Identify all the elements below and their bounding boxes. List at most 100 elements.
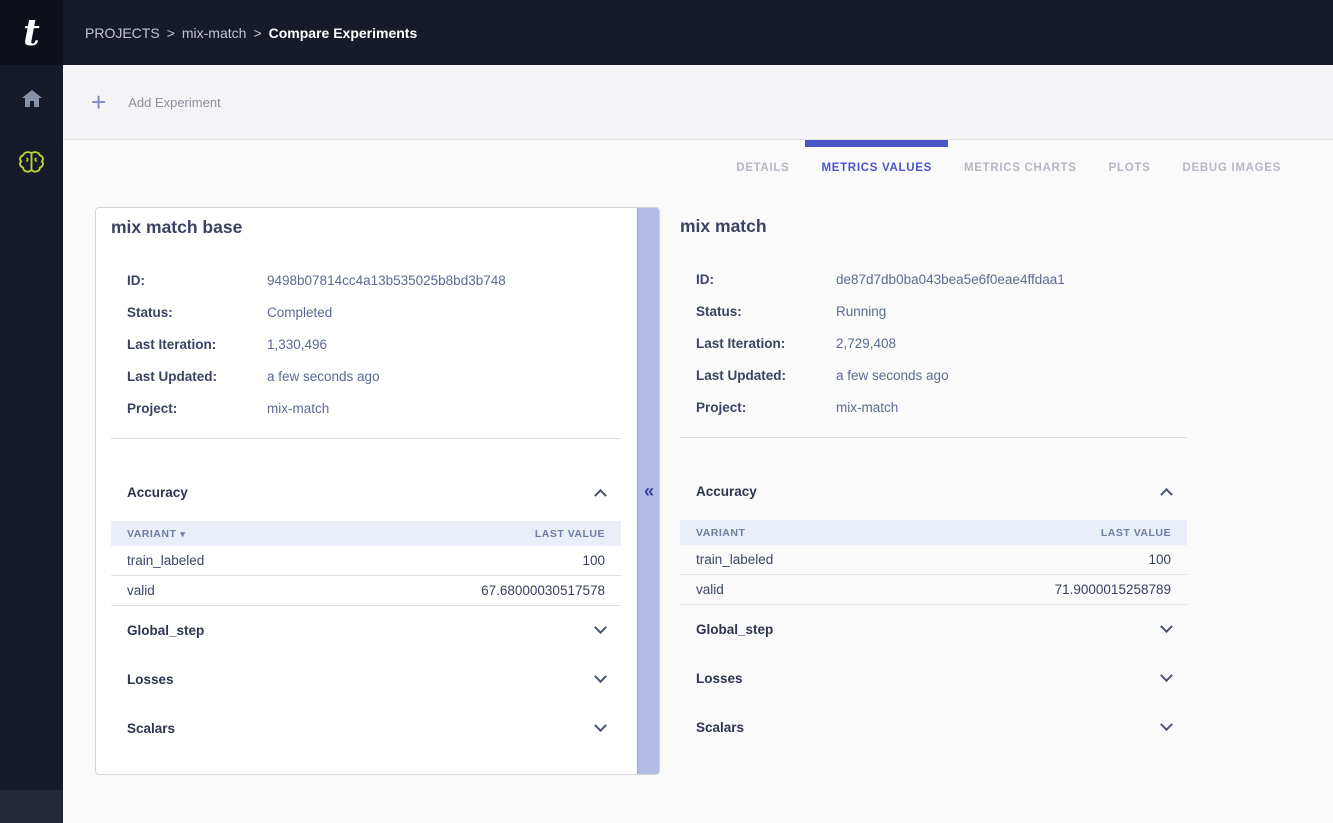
field-label: Project: — [127, 401, 267, 416]
metrics-table-header: VARIANT LAST VALUE — [680, 520, 1187, 545]
section-header-losses[interactable]: Losses — [111, 655, 621, 704]
variant-cell: train_labeled — [127, 553, 204, 568]
metric-row-valid: valid 67.68000030517578 — [111, 576, 621, 606]
field-row-last-iteration: Last Iteration: 1,330,496 — [111, 328, 621, 360]
sort-desc-icon: ▾ — [180, 529, 185, 539]
field-row-last-updated: Last Updated: a few seconds ago — [111, 360, 621, 392]
collapse-panel-button[interactable]: « — [638, 479, 660, 503]
field-label: Status: — [696, 304, 836, 319]
plus-icon: + — [91, 89, 106, 115]
tab-label: DETAILS — [736, 162, 789, 174]
breadcrumb-projects[interactable]: PROJECTS — [85, 25, 160, 41]
section-title: Global_step — [696, 622, 773, 637]
field-label: Last Updated: — [696, 368, 836, 383]
field-value-project: mix-match — [836, 400, 898, 415]
divider — [111, 438, 621, 439]
sidebar-footer[interactable] — [0, 790, 63, 823]
field-row-project: Project: mix-match — [680, 391, 1187, 423]
experiment-title: mix match — [680, 207, 1187, 237]
add-experiment-label: Add Experiment — [128, 95, 221, 110]
column-variant-label: VARIANT — [127, 528, 176, 540]
section-header-losses[interactable]: Losses — [680, 654, 1187, 703]
app-root: t PROJECTS > mix-match > Compare Experim… — [0, 0, 1333, 823]
chevron-down-icon — [1160, 718, 1173, 731]
tab-label: METRICS VALUES — [821, 162, 932, 174]
section-header-scalars[interactable]: Scalars — [680, 703, 1187, 752]
field-row-project: Project: mix-match — [111, 392, 621, 424]
breadcrumb: PROJECTS > mix-match > Compare Experimen… — [85, 0, 417, 65]
section-title: Accuracy — [696, 484, 757, 499]
metric-section-losses: Losses — [680, 654, 1187, 703]
section-title: Global_step — [127, 623, 204, 638]
metric-row-train-labeled: train_labeled 100 — [680, 545, 1187, 575]
chevron-up-icon — [594, 488, 607, 501]
variant-cell: train_labeled — [696, 552, 773, 567]
sidebar-item-experiments[interactable] — [0, 143, 63, 187]
field-value-id: de87d7db0ba043bea5e6f0eae4ffdaa1 — [836, 272, 1065, 287]
column-header-last-value: LAST VALUE — [1101, 527, 1171, 539]
last-value-cell: 67.68000030517578 — [481, 583, 605, 598]
tab-debug-images[interactable]: DEBUG IMAGES — [1167, 140, 1298, 196]
last-value-cell: 100 — [582, 553, 605, 568]
experiment-title: mix match base — [111, 208, 622, 238]
field-value-last-iteration: 1,330,496 — [267, 337, 327, 352]
section-header-global-step[interactable]: Global_step — [111, 606, 621, 655]
chevron-up-icon — [1160, 487, 1173, 500]
field-label: Project: — [696, 400, 836, 415]
field-row-last-iteration: Last Iteration: 2,729,408 — [680, 327, 1187, 359]
experiment-card-left: « mix match base ID: 9498b07814cc4a13b53… — [95, 207, 660, 775]
field-label: Last Iteration: — [696, 336, 836, 351]
field-row-status: Status: Completed — [111, 296, 621, 328]
section-title: Losses — [696, 671, 743, 686]
variant-cell: valid — [127, 583, 155, 598]
field-value-id: 9498b07814cc4a13b535025b8bd3b748 — [267, 273, 506, 288]
experiment-card-content: mix match ID: de87d7db0ba043bea5e6f0eae4… — [680, 207, 1187, 775]
metric-section-accuracy: Accuracy VARIANT▾ LAST VALUE train_label… — [111, 463, 621, 606]
sidebar-item-home[interactable] — [0, 79, 63, 123]
add-experiment-button[interactable]: + Add Experiment — [91, 89, 221, 115]
section-header-scalars[interactable]: Scalars — [111, 704, 621, 753]
chevron-down-icon — [1160, 620, 1173, 633]
column-header-variant[interactable]: VARIANT — [696, 527, 745, 539]
metric-section-scalars: Scalars — [680, 703, 1187, 752]
column-header-variant[interactable]: VARIANT ▾ — [127, 528, 185, 540]
tab-plots[interactable]: PLOTS — [1093, 140, 1167, 196]
section-header-accuracy[interactable]: Accuracy — [680, 462, 1187, 520]
tab-details[interactable]: DETAILS — [720, 140, 805, 196]
section-title: Scalars — [696, 720, 744, 735]
field-label: Status: — [127, 305, 267, 320]
divider — [680, 437, 1187, 438]
tab-metrics-charts[interactable]: METRICS CHARTS — [948, 140, 1093, 196]
tab-bar: DETAILS METRICS VALUES METRICS CHARTS PL… — [720, 140, 1297, 196]
section-header-global-step[interactable]: Global_step — [680, 605, 1187, 654]
top-bar: t PROJECTS > mix-match > Compare Experim… — [0, 0, 1333, 65]
breadcrumb-project-name[interactable]: mix-match — [182, 25, 247, 41]
last-value-cell: 71.9000015258789 — [1055, 582, 1171, 597]
tab-label: DEBUG IMAGES — [1183, 162, 1282, 174]
column-variant-label: VARIANT — [696, 527, 745, 539]
home-icon — [21, 89, 43, 113]
field-value-last-iteration: 2,729,408 — [836, 336, 896, 351]
section-title: Losses — [127, 672, 174, 687]
breadcrumb-separator: > — [253, 25, 261, 41]
status-value: Completed — [267, 305, 332, 320]
field-value-last-updated: a few seconds ago — [836, 368, 949, 383]
section-header-accuracy[interactable]: Accuracy — [111, 463, 621, 521]
tab-label: METRICS CHARTS — [964, 162, 1077, 174]
metric-section-accuracy: Accuracy VARIANT LAST VALUE train_labele… — [680, 462, 1187, 605]
brain-icon — [18, 150, 45, 180]
active-tab-indicator — [805, 140, 948, 147]
app-logo[interactable]: t — [0, 0, 63, 65]
field-row-status: Status: Running — [680, 295, 1187, 327]
field-label: ID: — [696, 272, 836, 287]
chevron-down-icon — [594, 719, 607, 732]
experiment-fields: ID: de87d7db0ba043bea5e6f0eae4ffdaa1 Sta… — [680, 263, 1187, 423]
tab-metrics-values[interactable]: METRICS VALUES — [805, 140, 948, 196]
logo-letter: t — [23, 15, 40, 51]
metric-section-scalars: Scalars — [111, 704, 621, 753]
experiment-card-right: mix match ID: de87d7db0ba043bea5e6f0eae4… — [680, 207, 1187, 775]
field-label: ID: — [127, 273, 267, 288]
chevron-down-icon — [1160, 669, 1173, 682]
metric-section-global-step: Global_step — [680, 605, 1187, 654]
panel-scrollbar[interactable]: « — [637, 208, 659, 774]
